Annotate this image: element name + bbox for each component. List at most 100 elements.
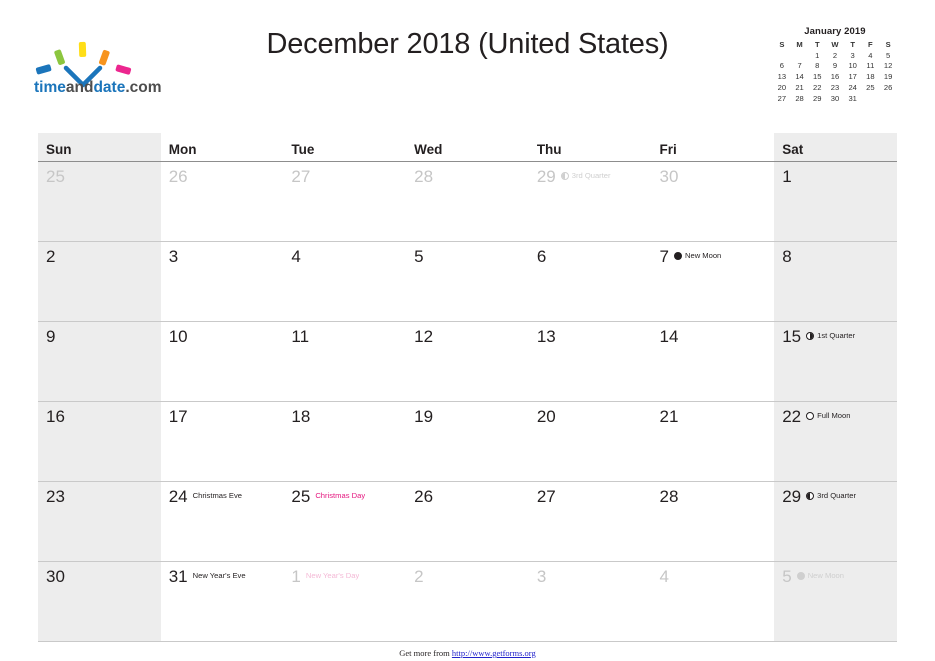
day-number: 4 xyxy=(659,567,669,586)
day-cell-content: 16 xyxy=(38,402,161,481)
svg-text:timeanddate.com: timeanddate.com xyxy=(34,79,162,94)
mini-calendar-day: 22 xyxy=(813,82,822,92)
day-number: 27 xyxy=(291,167,311,186)
holiday-label: Christmas Day xyxy=(315,491,366,500)
mini-calendar-day: 23 xyxy=(830,82,840,92)
calendar-day-cell[interactable]: 14 xyxy=(651,321,775,402)
mini-calendar-day: 19 xyxy=(883,72,893,82)
calendar-day-cell[interactable]: 26 xyxy=(406,481,529,562)
calendar-day-cell[interactable]: 25 Christmas Day xyxy=(283,481,407,562)
mini-calendar-day: 30 xyxy=(830,93,840,103)
calendar-day-cell[interactable]: 28 xyxy=(406,161,529,242)
mini-calendar-week-row: 6 7 8 9 10 11 12 xyxy=(773,61,897,72)
mini-calendar-empty xyxy=(773,51,791,62)
day-cell-content: 7 New Moon xyxy=(652,242,775,321)
day-number: 7 xyxy=(659,247,669,266)
day-cell-content: 14 xyxy=(652,322,775,401)
day-cell-content: 26 xyxy=(161,162,284,241)
calendar-day-cell[interactable]: 22 Full Moon xyxy=(774,401,897,482)
calendar-day-cell[interactable]: 3 xyxy=(528,561,652,642)
calendar-day-cell[interactable]: 5 xyxy=(406,241,529,322)
calendar-day-cell[interactable]: 9 xyxy=(38,321,161,402)
calendar-day-cell[interactable]: 30 xyxy=(651,161,775,242)
weekday-header-sun: Sun xyxy=(38,133,161,162)
calendar-day-cell[interactable]: 19 xyxy=(406,401,529,482)
moon-phase-third-icon xyxy=(806,491,815,500)
day-annotation: New Year's Eve xyxy=(193,567,246,580)
calendar-day-cell[interactable]: 29 3rd Quarter xyxy=(528,161,652,242)
calendar-day-cell[interactable]: 30 xyxy=(38,561,161,642)
calendar-day-cell[interactable]: 23 xyxy=(38,481,161,562)
calendar-day-cell[interactable]: 1 xyxy=(774,161,897,242)
mini-calendar-day: 1 xyxy=(815,50,820,60)
day-cell-content: 23 xyxy=(38,482,161,561)
day-number: 26 xyxy=(168,167,188,186)
day-number: 14 xyxy=(659,327,679,346)
day-number: 23 xyxy=(46,487,65,506)
day-cell-content: 1 New Year's Day xyxy=(283,562,406,641)
calendar-day-cell[interactable]: 27 xyxy=(283,161,407,242)
calendar-day-cell[interactable]: 2 xyxy=(38,241,161,322)
mini-calendar-day: 12 xyxy=(883,61,893,71)
calendar-day-cell[interactable]: 16 xyxy=(38,401,161,482)
calendar-week-row: 16 17 18 19 20 21 22 Full Moon xyxy=(38,401,897,482)
footer-link[interactable]: http://www.getforms.org xyxy=(452,648,536,658)
calendar-day-cell[interactable]: 15 1st Quarter xyxy=(774,321,897,402)
calendar-day-cell[interactable]: 21 xyxy=(651,401,775,482)
holiday-label: New Year's Day xyxy=(305,571,360,580)
calendar-day-cell[interactable]: 11 xyxy=(283,321,407,402)
mini-calendar-day: 20 xyxy=(777,82,787,92)
calendar-day-cell[interactable]: 18 xyxy=(283,401,407,482)
calendar-day-cell[interactable]: 5 New Moon xyxy=(774,561,897,642)
day-number: 26 xyxy=(414,487,434,506)
holiday-label: Christmas Eve xyxy=(192,491,242,500)
day-number: 28 xyxy=(659,487,679,506)
day-cell-content: 3 xyxy=(529,562,652,641)
mini-calendar-day: 3 xyxy=(850,50,855,60)
calendar-week-row: 9 10 11 12 13 14 15 1st Quarter xyxy=(38,321,897,402)
day-number: 19 xyxy=(414,407,434,426)
calendar-day-cell[interactable]: 6 xyxy=(528,241,652,322)
day-number: 1 xyxy=(782,167,792,186)
calendar-day-cell[interactable]: 26 xyxy=(160,161,284,242)
calendar-day-cell[interactable]: 2 xyxy=(406,561,529,642)
mini-calendar-day: 25 xyxy=(866,82,875,92)
calendar-day-cell[interactable]: 27 xyxy=(528,481,652,562)
calendar-day-cell[interactable]: 7 New Moon xyxy=(651,241,775,322)
day-cell-content: 31 New Year's Eve xyxy=(161,562,284,641)
day-cell-content: 1 xyxy=(774,162,897,241)
day-cell-content: 25 Christmas Day xyxy=(283,482,406,561)
day-cell-content: 25 xyxy=(38,162,161,241)
calendar-day-cell[interactable]: 24 Christmas Eve xyxy=(160,481,284,562)
weekday-header-sat: Sat xyxy=(774,133,897,162)
moon-phase-third-icon xyxy=(560,171,569,180)
day-cell-content: 5 New Moon xyxy=(774,562,897,641)
day-cell-content: 15 1st Quarter xyxy=(774,322,897,401)
calendar-day-cell[interactable]: 28 xyxy=(651,481,775,562)
day-number: 15 xyxy=(782,327,802,346)
calendar-day-cell[interactable]: 17 xyxy=(160,401,284,482)
mini-calendar-table: S M T W T F S 1 2 3 4 5 6 7 8 9 10 11 12 13 14 15 16 17 1… xyxy=(773,40,897,104)
mini-calendar-day: 14 xyxy=(795,72,804,82)
calendar-day-cell[interactable]: 4 xyxy=(283,241,407,322)
day-cell-content: 19 xyxy=(406,402,529,481)
calendar-day-cell[interactable]: 8 xyxy=(774,241,897,322)
calendar-day-cell[interactable]: 20 xyxy=(528,401,652,482)
calendar-day-cell[interactable]: 31 New Year's Eve xyxy=(160,561,284,642)
day-annotation: Full Moon xyxy=(806,407,850,420)
mini-calendar-week-row: 1 2 3 4 5 xyxy=(773,51,897,62)
calendar-day-cell[interactable]: 3 xyxy=(160,241,284,322)
calendar-day-cell[interactable]: 29 3rd Quarter xyxy=(774,481,897,562)
calendar-day-cell[interactable]: 12 xyxy=(406,321,529,402)
calendar-day-cell[interactable]: 4 xyxy=(651,561,775,642)
calendar-day-cell[interactable]: 25 xyxy=(38,161,161,242)
day-number: 8 xyxy=(782,247,792,266)
mini-calendar-empty xyxy=(791,51,809,62)
calendar-day-cell[interactable]: 13 xyxy=(528,321,652,402)
mini-calendar-day: 9 xyxy=(832,61,838,71)
calendar-day-cell[interactable]: 1 New Year's Day xyxy=(283,561,407,642)
day-number: 31 xyxy=(168,567,188,586)
day-cell-content: 22 Full Moon xyxy=(774,402,897,481)
calendar-day-cell[interactable]: 10 xyxy=(160,321,284,402)
day-number: 17 xyxy=(168,407,188,426)
